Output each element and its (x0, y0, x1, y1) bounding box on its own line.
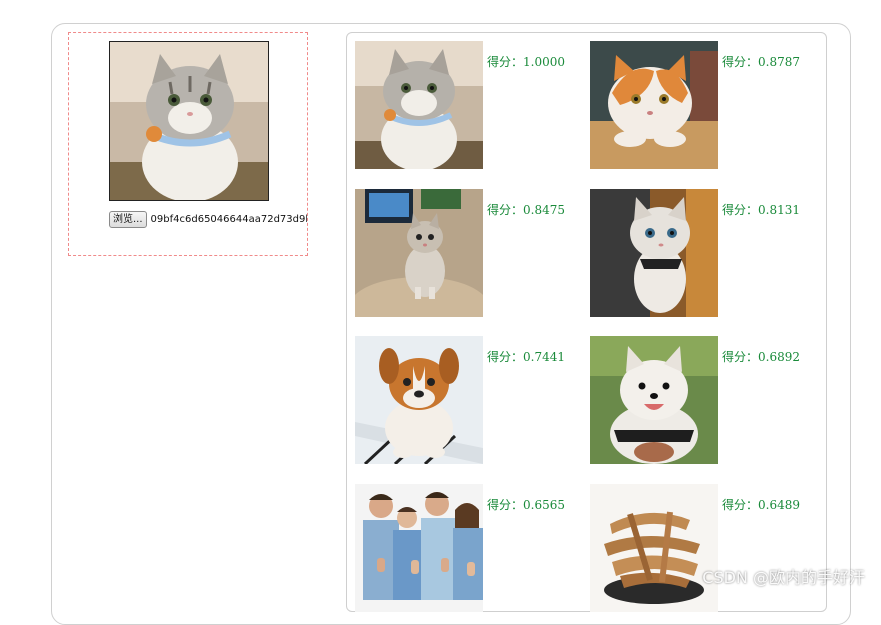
score-text: 得分：0.8475 (487, 201, 565, 218)
result-image (590, 336, 718, 464)
result-image (355, 189, 483, 317)
result-image (355, 336, 483, 464)
file-name-text: 09bf4c6d65046644aa72d73d9bba59a5.jpg (151, 214, 307, 225)
watermark-text: CSDN @欧内的手好汗 (702, 564, 865, 588)
file-input[interactable]: 浏览... 09bf4c6d65046644aa72d73d9bba59a5.j… (109, 209, 307, 229)
score-text: 得分：0.6892 (722, 348, 800, 365)
result-image (355, 484, 483, 612)
result-image (355, 41, 483, 169)
score-text: 得分：0.6565 (487, 496, 565, 513)
result-image (590, 484, 718, 612)
score-text: 得分：1.0000 (487, 53, 565, 70)
result-image (590, 41, 718, 169)
score-text: 得分：0.8131 (722, 201, 800, 218)
score-text: 得分：0.7441 (487, 348, 565, 365)
score-text: 得分：0.8787 (722, 53, 800, 70)
browse-button[interactable]: 浏览... (109, 211, 147, 228)
preview-image (109, 41, 269, 201)
score-text: 得分：0.6489 (722, 496, 800, 513)
result-image (590, 189, 718, 317)
upload-area: 浏览... 09bf4c6d65046644aa72d73d9bba59a5.j… (68, 32, 308, 256)
